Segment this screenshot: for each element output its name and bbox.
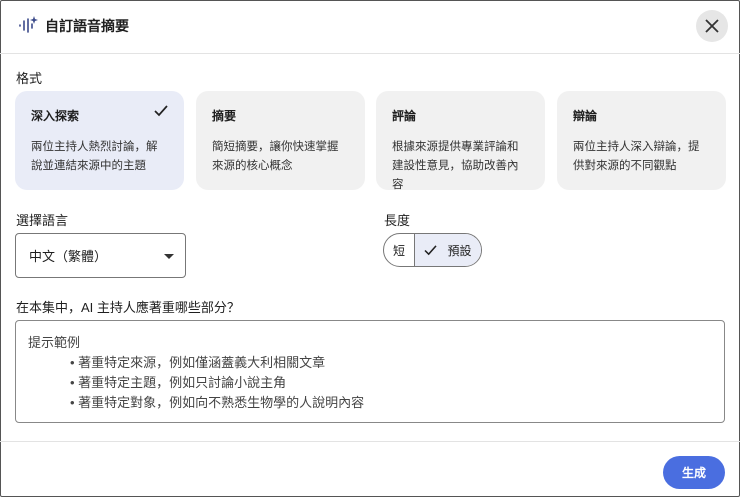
check-icon [424, 244, 438, 255]
placeholder-item: • 著重特定主題，例如只討論小說主角 [70, 375, 287, 390]
format-card-deep-dive[interactable]: 深入探索 兩位主持人熱烈討論，解說並連結來源中的主題 [15, 91, 184, 190]
close-icon [705, 19, 719, 33]
length-option-default[interactable]: 預設 [415, 234, 481, 266]
language-value: 中文（繁體） [29, 249, 108, 264]
language-select[interactable]: 中文（繁體） [15, 233, 186, 278]
format-card-critique[interactable]: 評論 根據來源提供專業評論和建設性意見，協助改善內容 [376, 91, 545, 191]
length-option-short[interactable]: 短 [384, 234, 415, 266]
card-description: 兩位主持人熱烈討論，解說並連結來源中的主題 [31, 141, 158, 172]
length-option-label: 預設 [447, 243, 472, 258]
generate-button[interactable]: 生成 [663, 456, 725, 489]
placeholder-item: • 著重特定來源，例如僅涵蓋義大利相關文章 [70, 355, 326, 370]
length-label: 長度 [384, 213, 411, 228]
dialog-header: 自訂語音摘要 [0, 0, 740, 54]
format-card-debate[interactable]: 辯論 兩位主持人深入辯論，提供對來源的不同觀點 [557, 91, 726, 190]
placeholder-title: 提示範例 [28, 335, 81, 350]
dropdown-arrow-icon [164, 254, 174, 259]
format-card-summary[interactable]: 摘要 簡短摘要，讓你快速掌握來源的核心概念 [196, 91, 365, 190]
dialog-title: 自訂語音摘要 [45, 18, 129, 34]
card-title: 辯論 [573, 109, 598, 123]
audio-sparkle-icon [19, 16, 38, 33]
card-description: 簡短摘要，讓你快速掌握來源的核心概念 [212, 141, 339, 172]
card-description: 根據來源提供專業評論和建設性意見，協助改善內容 [392, 141, 519, 191]
placeholder-item: • 著重特定對象，例如向不熟悉生物學的人說明內容 [70, 395, 365, 410]
focus-label: 在本集中，AI 主持人應著重哪些部分？ [16, 300, 240, 315]
check-icon [154, 105, 168, 117]
card-description: 兩位主持人深入辯論，提供對來源的不同觀點 [573, 141, 700, 172]
card-title: 摘要 [212, 109, 237, 123]
footer-divider [0, 441, 740, 442]
close-button[interactable] [696, 10, 728, 42]
card-title: 深入探索 [31, 109, 80, 123]
format-label: 格式 [16, 71, 43, 86]
focus-textarea[interactable]: 提示範例 • 著重特定來源，例如僅涵蓋義大利相關文章 • 著重特定主題，例如只討… [15, 320, 725, 423]
language-label: 選擇語言 [16, 213, 69, 228]
card-title: 評論 [392, 109, 417, 123]
length-toggle: 短 預設 [383, 233, 482, 267]
